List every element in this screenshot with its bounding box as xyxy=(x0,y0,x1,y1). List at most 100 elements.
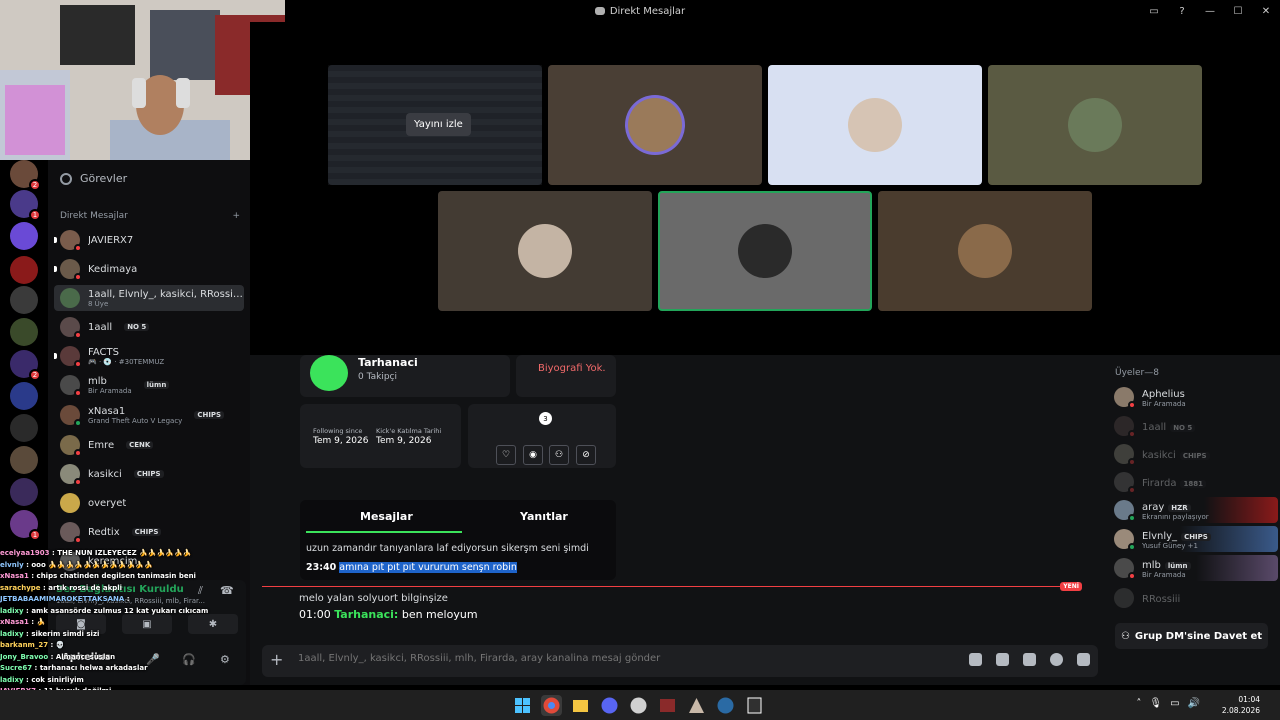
server-icon[interactable] xyxy=(10,414,38,442)
kick-app-icon[interactable] xyxy=(657,695,678,716)
add-dm-button[interactable]: + xyxy=(232,211,240,221)
participant-avatar xyxy=(628,98,682,152)
member-item[interactable]: kasikci CHIPS xyxy=(1114,441,1278,467)
member-item[interactable]: Elvnly_ CHIPS Yusuf Güney +1 xyxy=(1114,526,1278,552)
overlay-chat-user: ladixy xyxy=(0,606,24,615)
avatar xyxy=(60,435,82,457)
member-item[interactable]: Firarda 1881 xyxy=(1114,469,1278,495)
member-item[interactable]: 1aall NO 5 xyxy=(1114,413,1278,439)
inbox-icon[interactable]: ▭ xyxy=(1140,0,1168,22)
participant-tile-speaking[interactable] xyxy=(658,191,872,311)
overlay-chat-line: xNasa1 : chips chatinden degilsen tanima… xyxy=(0,572,196,580)
member-item[interactable]: mlb lümn Bir Aramada xyxy=(1114,555,1278,581)
overlay-chat-line: ladixy : amk asansörde zulmus 12 kat yuk… xyxy=(0,606,209,615)
participant-tile[interactable] xyxy=(548,65,762,185)
avatar xyxy=(1114,444,1136,466)
dm-item[interactable]: Emre CENK xyxy=(54,432,244,458)
emoji-icon[interactable] xyxy=(1050,653,1063,666)
gift-icon[interactable] xyxy=(969,653,982,666)
add-user-icon[interactable]: ⚇ xyxy=(549,445,569,465)
server-icon[interactable]: 1 xyxy=(10,190,41,221)
maximize-button[interactable]: ☐ xyxy=(1224,0,1252,22)
dm-item[interactable]: JAVIERX7 xyxy=(54,227,244,253)
file-explorer-icon[interactable] xyxy=(570,695,591,716)
display-tray-icon[interactable]: ▭ xyxy=(1170,698,1179,709)
server-tag: CHIPS xyxy=(131,528,162,536)
server-icon[interactable] xyxy=(10,256,38,284)
participant-tile[interactable] xyxy=(438,191,652,311)
profile-dates: Following since Tem 9, 2026 Kick'e Katıl… xyxy=(300,404,461,468)
server-icon[interactable] xyxy=(10,478,38,506)
chrome-icon[interactable] xyxy=(541,695,562,716)
member-item[interactable]: aray HZR Ekranını paylaşıyor xyxy=(1114,497,1278,523)
system-tray: ˄ 🎙 ▭ 🔊 xyxy=(1136,698,1200,709)
watch-stream-button[interactable]: Yayını izle xyxy=(406,113,471,136)
status-dot xyxy=(74,478,82,486)
tab-indicator xyxy=(306,531,462,533)
stream-tile[interactable]: Yayını izle xyxy=(328,65,542,185)
overlay-chat-text: chips chatinden degilsen tanimasin beni xyxy=(36,572,196,580)
dm-item[interactable]: Kedimaya xyxy=(54,256,244,282)
help-icon[interactable]: ? xyxy=(1168,0,1196,22)
dm-item[interactable]: 1aall, Elvnly_, kasikci, RRossiii, ... 8 … xyxy=(54,285,244,311)
tasks-link[interactable]: Görevler xyxy=(60,172,127,185)
gif-icon[interactable] xyxy=(996,653,1009,666)
volume-icon[interactable]: 🔊 xyxy=(1188,698,1200,709)
sticker-icon[interactable] xyxy=(1023,653,1036,666)
overlay-chat-line: Sucre67 : tarhanacı helwa arkadaslar xyxy=(0,664,148,672)
dm-item[interactable]: FACTS 🎮 · 💿 · #30TEMMUZ xyxy=(54,343,244,369)
game-icon[interactable] xyxy=(686,695,707,716)
close-button[interactable]: ✕ xyxy=(1252,0,1280,22)
server-icon[interactable] xyxy=(10,318,38,346)
chevron-up-icon[interactable]: ˄ xyxy=(1136,698,1141,709)
chips-server-icon[interactable] xyxy=(10,222,38,250)
epic-games-icon[interactable] xyxy=(744,695,765,716)
tab-messages[interactable]: Mesajlar xyxy=(360,510,413,523)
member-name: mlb xyxy=(1142,559,1161,571)
status-dot xyxy=(74,273,82,281)
server-icon[interactable]: 2 xyxy=(10,160,41,191)
dm-item[interactable]: 1aall NO 5 xyxy=(54,314,244,340)
overlay-chat-text: amk asansörde zulmus 12 kat yukarı cıkıc… xyxy=(31,606,209,615)
heart-icon[interactable]: ♡ xyxy=(496,445,516,465)
server-icon[interactable] xyxy=(10,286,38,314)
member-item[interactable]: Aphelius Bir Aramada xyxy=(1114,384,1278,410)
attach-button[interactable]: + xyxy=(270,650,283,669)
member-name: Elvnly_ xyxy=(1142,530,1178,542)
member-item[interactable]: RRossiii xyxy=(1114,585,1278,611)
windows-start-icon[interactable] xyxy=(512,695,533,716)
apps-icon[interactable] xyxy=(1077,653,1090,666)
minimize-button[interactable]: — xyxy=(1196,0,1224,22)
participant-tile[interactable] xyxy=(768,65,982,185)
steam-icon[interactable] xyxy=(715,695,736,716)
participant-tile[interactable] xyxy=(878,191,1092,311)
join-date-label: Kick'e Katılma Tarihi xyxy=(376,427,442,435)
status-dot xyxy=(74,536,82,544)
dm-item[interactable]: Redtix CHIPS xyxy=(54,519,244,545)
obs-icon[interactable] xyxy=(628,695,649,716)
discord-taskbar-icon[interactable] xyxy=(599,695,620,716)
avatar xyxy=(1114,500,1136,522)
tab-replies[interactable]: Yanıtlar xyxy=(520,510,568,523)
overlay-chat-text: cok sinirliyim xyxy=(31,675,84,684)
status-dot xyxy=(1128,543,1136,551)
server-icon[interactable] xyxy=(10,446,38,474)
microphone-tray-icon[interactable]: 🎙 xyxy=(1149,698,1162,709)
dm-item[interactable]: kasikci CHIPS xyxy=(54,461,244,487)
clock[interactable]: 01:04 2.08.2026 xyxy=(1222,694,1260,716)
message-input[interactable] xyxy=(298,653,938,664)
server-icon[interactable]: 2 xyxy=(10,350,41,381)
profile-tabs: Mesajlar Yanıtlar uzun zamandır tanıyanl… xyxy=(300,500,616,580)
eye-icon[interactable]: ◉ xyxy=(523,445,543,465)
avatar xyxy=(1114,529,1136,551)
dm-item[interactable]: xNasa1 Grand Theft Auto V Legacy CHIPS xyxy=(54,402,244,428)
participant-tile[interactable] xyxy=(988,65,1202,185)
block-icon[interactable]: ⊘ xyxy=(576,445,596,465)
server-icon[interactable] xyxy=(10,382,38,410)
server-icon[interactable]: 1 xyxy=(10,510,41,541)
invite-button[interactable]: ⚇ Grup DM'sine Davet et xyxy=(1115,623,1268,649)
overlay-chat-user: barkanm_27 xyxy=(0,641,49,649)
dm-item[interactable]: mlb Bir Aramada lümn xyxy=(54,372,244,398)
dm-item[interactable]: overyet xyxy=(54,490,244,516)
dm-name: overyet xyxy=(88,497,127,509)
